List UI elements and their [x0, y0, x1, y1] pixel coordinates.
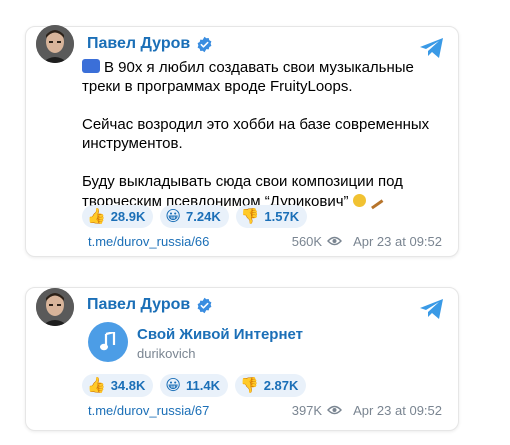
reaction-grin[interactable]: 😀 11.4K [160, 374, 229, 397]
eye-icon [327, 236, 343, 246]
reaction-count: 7.24K [186, 209, 221, 224]
post-text: В 90х я любил создавать свои музыкальные… [82, 58, 452, 211]
reactions-bar: 👍 28.9K 😀 7.24K 👎 1.57K [82, 205, 308, 228]
author-name[interactable]: Павел Дуров [87, 35, 213, 53]
post-card: Павел Дуров Свой Живой Интернет durikovi… [25, 287, 459, 431]
balalaika-emoji-icon [363, 188, 384, 210]
post-footer: t.me/durov_russia/66 560K Apr 23 at 09:5… [88, 232, 442, 250]
avatar[interactable] [36, 25, 74, 63]
verified-icon [197, 297, 212, 313]
post-link[interactable]: t.me/durov_russia/67 [88, 403, 209, 418]
thumbs-down-emoji: 👎 [240, 208, 260, 225]
eye-icon [327, 405, 343, 415]
reaction-thumbs-up[interactable]: 👍 34.8K [82, 374, 154, 397]
reaction-count: 11.4K [186, 378, 221, 393]
thumbs-down-emoji: 👎 [240, 377, 259, 394]
author-name[interactable]: Павел Дуров [87, 296, 213, 314]
reaction-count: 2.87K [263, 378, 299, 393]
reaction-thumbs-down[interactable]: 👎 2.87K [235, 374, 307, 397]
reaction-thumbs-up[interactable]: 👍 28.9K [82, 205, 154, 228]
reactions-bar: 👍 34.8K 😀 11.4K 👎 2.87K [82, 374, 307, 397]
reaction-grin[interactable]: 😀 7.24K [160, 205, 229, 228]
thumbs-up-emoji: 👍 [87, 208, 106, 225]
telegram-icon[interactable] [419, 298, 445, 320]
post-paragraph: В 90х я любил создавать свои музыкальные… [82, 59, 414, 95]
post-link[interactable]: t.me/durov_russia/66 [88, 234, 209, 249]
avatar[interactable] [36, 288, 74, 326]
view-count: 560K [291, 233, 323, 249]
reaction-thumbs-down[interactable]: 👎 1.57K [235, 205, 308, 228]
post-paragraph: Сейчас возродил это хобби на базе соврем… [82, 116, 430, 152]
thumbs-up-emoji: 👍 [87, 377, 106, 394]
post-footer: t.me/durov_russia/67 397K Apr 23 at 09:5… [88, 401, 442, 419]
grin-emoji: 😀 [165, 377, 182, 394]
post-date[interactable]: Apr 23 at 09:52 [353, 403, 442, 418]
reaction-count: 34.8K [110, 378, 146, 393]
reaction-count: 28.9K [110, 209, 146, 224]
telegram-icon[interactable] [419, 37, 445, 59]
sound-emoji-icon [82, 59, 100, 73]
channel-handle: durikovich [137, 346, 196, 361]
post-card: Павел Дуров В 90х я любил создавать свои… [25, 25, 459, 257]
post-date[interactable]: Apr 23 at 09:52 [353, 234, 442, 249]
channel-name[interactable]: Свой Живой Интернет [137, 326, 303, 343]
verified-icon [197, 36, 212, 52]
grin-emoji: 😀 [165, 208, 182, 225]
music-note-icon[interactable] [88, 322, 128, 362]
reaction-count: 1.57K [264, 209, 300, 224]
view-count: 397K [291, 402, 323, 418]
